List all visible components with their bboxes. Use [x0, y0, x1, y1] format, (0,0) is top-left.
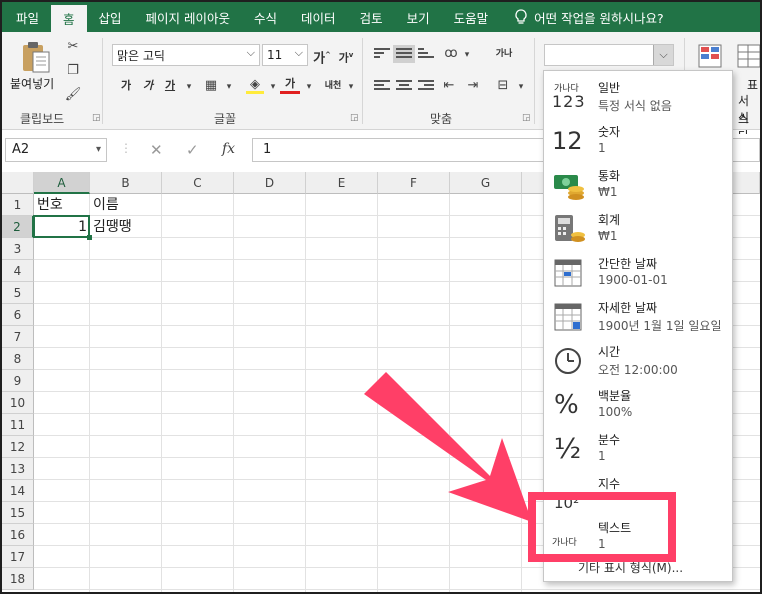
excel-window: 파일 홈 삽입 페이지 레이아웃 수식 데이터 검토 보기 도움말 어떤 작업을… — [2, 2, 760, 592]
highlight-box — [528, 492, 676, 562]
